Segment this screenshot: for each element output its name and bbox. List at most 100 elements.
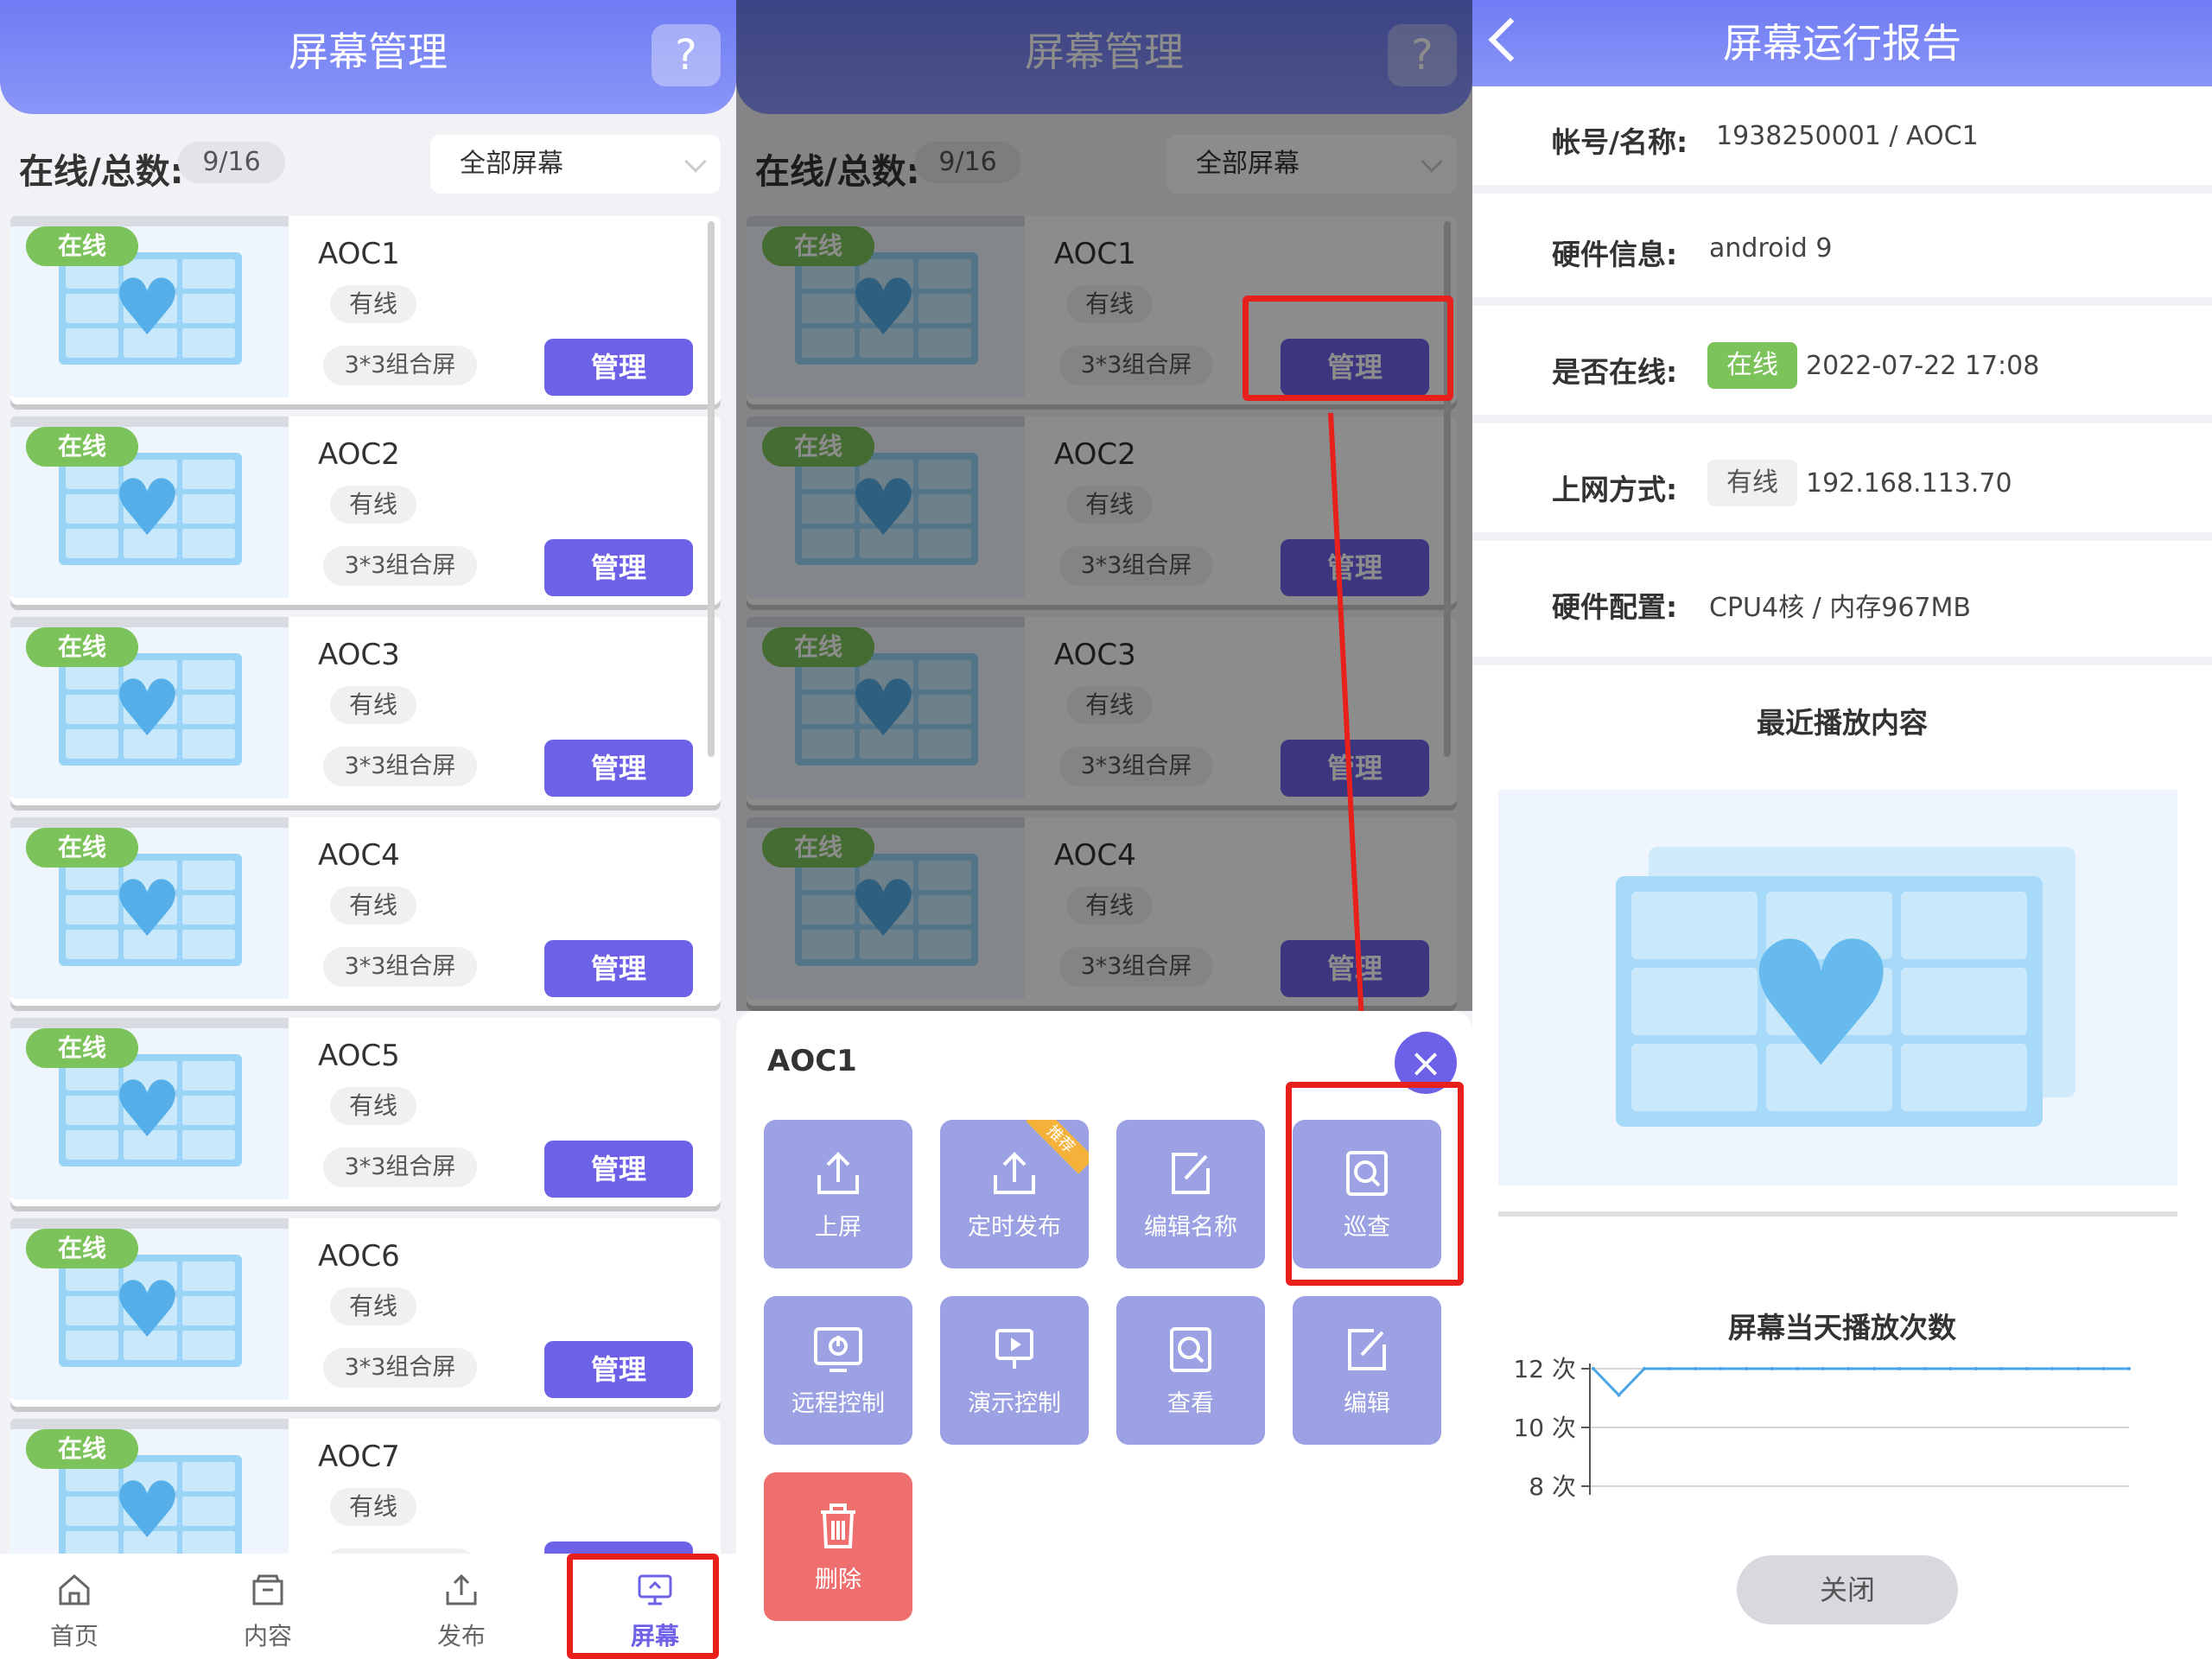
y-tick-label: 12 次 (1513, 1355, 1576, 1383)
data-point (2127, 1367, 2131, 1370)
help-button[interactable]: ? (652, 24, 721, 86)
status-badge: 在线 (26, 1429, 138, 1469)
data-point (1668, 1367, 1672, 1370)
action-remote-control[interactable]: 远程控制 (764, 1296, 912, 1445)
action-edit[interactable]: 编辑 (1293, 1296, 1441, 1445)
hardware-row: 硬件信息: android 9 (1472, 199, 2212, 306)
manage-button[interactable]: 管理 (544, 339, 693, 396)
status-badge: 在线 (26, 226, 138, 266)
manage-button[interactable]: 管理 (544, 539, 693, 596)
account-value: 1938250001 / AOC1 (1716, 121, 1979, 151)
online-badge: 在线 (1707, 342, 1797, 389)
action-delete[interactable]: 删除 (764, 1472, 912, 1621)
status-badge: 在线 (26, 1229, 138, 1268)
heart-image: ♥ (112, 664, 182, 754)
recent-content-thumbnail[interactable]: ♥ (1498, 790, 2177, 1185)
screen-list-item[interactable]: ♥ 在线 AOC3 有线 3*3组合屏 管理 (10, 617, 721, 805)
network-row: 上网方式: 有线 192.168.113.70 (1472, 434, 2212, 541)
action-sheet: AOC1 × 上屏 推荐 定时发布 编辑名称 巡查 远程控制 演示控制 查看 编… (736, 1011, 1472, 1659)
series-line (1592, 1367, 2129, 1397)
tab-publish[interactable]: 发布 (401, 1569, 522, 1652)
tab-home[interactable]: 首页 (14, 1569, 135, 1652)
chart-title: 屏幕当天播放次数 (1728, 1311, 1956, 1344)
scrollbar[interactable] (708, 221, 715, 757)
network-ip: 192.168.113.70 (1806, 468, 2012, 499)
tab-label: 首页 (49, 1622, 99, 1650)
data-point (2101, 1367, 2106, 1370)
screen-name: AOC6 (318, 1239, 400, 1274)
connection-tag: 有线 (330, 887, 416, 925)
heart-image: ♥ (112, 463, 182, 554)
status-badge: 在线 (26, 427, 138, 467)
data-point (1821, 1367, 1825, 1370)
trash-icon (821, 1503, 855, 1548)
upload-icon (446, 1573, 477, 1605)
heart-image: ♥ (112, 1065, 182, 1155)
screen-name: AOC4 (318, 838, 400, 873)
account-label: 帐号/名称: (1552, 125, 1688, 159)
screen-name: AOC2 (318, 437, 400, 472)
upload-icon (817, 1152, 859, 1194)
screen-list-item[interactable]: ♥ 在线 AOC6 有线 3*3组合屏 管理 (10, 1218, 721, 1407)
manage-button[interactable]: 管理 (544, 940, 693, 997)
manage-button[interactable]: 管理 (544, 1341, 693, 1398)
remote-power-icon (814, 1327, 862, 1372)
data-point (1999, 1367, 2004, 1370)
screen-type-tag: 3*3组合屏 (323, 1147, 477, 1187)
screen-list-item[interactable]: ♥ 在线 AOC4 有线 3*3组合屏 管理 (10, 817, 721, 1006)
manage-button[interactable]: 管理 (544, 740, 693, 797)
search-icon (1170, 1327, 1211, 1372)
manage-button[interactable]: 管理 (544, 1141, 693, 1198)
home-icon (59, 1574, 90, 1605)
y-tick-label: 10 次 (1513, 1414, 1576, 1442)
screen-filter-select[interactable]: 全部屏幕 (430, 135, 721, 194)
close-button[interactable]: 关闭 (1737, 1555, 1958, 1624)
screen-name: AOC1 (318, 237, 400, 271)
action-label: 查看 (1167, 1390, 1214, 1417)
action-upload-screen[interactable]: 上屏 (764, 1120, 912, 1268)
data-point (1897, 1367, 1902, 1370)
tab-label: 内容 (243, 1622, 292, 1650)
data-point (1592, 1367, 1595, 1370)
screen-report-panel: 屏幕运行报告 帐号/名称: 1938250001 / AOC1 硬件信息: an… (1472, 0, 2212, 1659)
screenshot-root: 屏幕管理 ? 在线/总数: 9/16 全部屏幕 ♥ 在线 AOC1 有线 3*3组合屏管… (0, 0, 2212, 1659)
screen-list-item[interactable]: ♥ 在线 AOC1 有线 3*3组合屏 管理 (10, 216, 721, 404)
screen-manage-panel: 屏幕管理 ? 在线/总数: 9/16 全部屏幕 ♥ 在线 AOC1 有线 3*3组合屏管… (736, 0, 1472, 1659)
status-badge: 在线 (26, 828, 138, 868)
hardware-value: android 9 (1709, 233, 1833, 264)
data-point (1694, 1367, 1698, 1370)
screen-list-item[interactable]: ♥ 在线 AOC2 有线 3*3组合屏 管理 (10, 416, 721, 605)
upload-icon (994, 1152, 1035, 1194)
action-presentation-control[interactable]: 演示控制 (940, 1296, 1089, 1445)
bottom-tab-bar: 首页 内容 发布 屏幕 (0, 1554, 736, 1659)
data-point (2024, 1367, 2029, 1370)
connection-tag: 有线 (330, 1087, 416, 1125)
connection-tag: 有线 (330, 686, 416, 724)
highlight-box (1286, 1082, 1464, 1286)
screen-name: AOC7 (318, 1440, 400, 1474)
tab-content[interactable]: 内容 (207, 1569, 328, 1652)
screen-list: ♥ 在线 AOC1 有线 3*3组合屏 管理 ♥ 在线 AOC2 有线 3*3组合屏 管理 ♥ 在线 AOC… (10, 216, 721, 1619)
heart-image: ♥ (112, 263, 182, 353)
status-badge: 在线 (26, 627, 138, 667)
recent-content-title: 最近播放内容 (1757, 706, 1928, 740)
status-badge: 在线 (26, 1028, 138, 1068)
heart-image: ♥ (112, 1265, 182, 1356)
screen-type-tag: 3*3组合屏 (323, 947, 477, 987)
hardware-label: 硬件信息: (1552, 238, 1678, 271)
data-point (2075, 1367, 2080, 1370)
screen-list-item[interactable]: ♥ 在线 AOC5 有线 3*3组合屏 管理 (10, 1018, 721, 1206)
online-row: 是否在线: 在线 2022-07-22 17:08 (1472, 316, 2212, 423)
edit-icon (1348, 1329, 1386, 1370)
action-view[interactable]: 查看 (1116, 1296, 1265, 1445)
action-label: 编辑名称 (1144, 1214, 1237, 1241)
action-scheduled-publish[interactable]: 推荐 定时发布 (940, 1120, 1089, 1268)
action-edit-name[interactable]: 编辑名称 (1116, 1120, 1265, 1268)
connection-tag: 有线 (330, 1488, 416, 1526)
header: 屏幕运行报告 (1472, 0, 2212, 86)
page-title: 屏幕管理 (289, 29, 448, 75)
connection-tag: 有线 (330, 285, 416, 323)
annotation-arrow (1328, 412, 1381, 1075)
connection-tag: 有线 (330, 486, 416, 524)
screen-name: AOC3 (318, 638, 400, 672)
